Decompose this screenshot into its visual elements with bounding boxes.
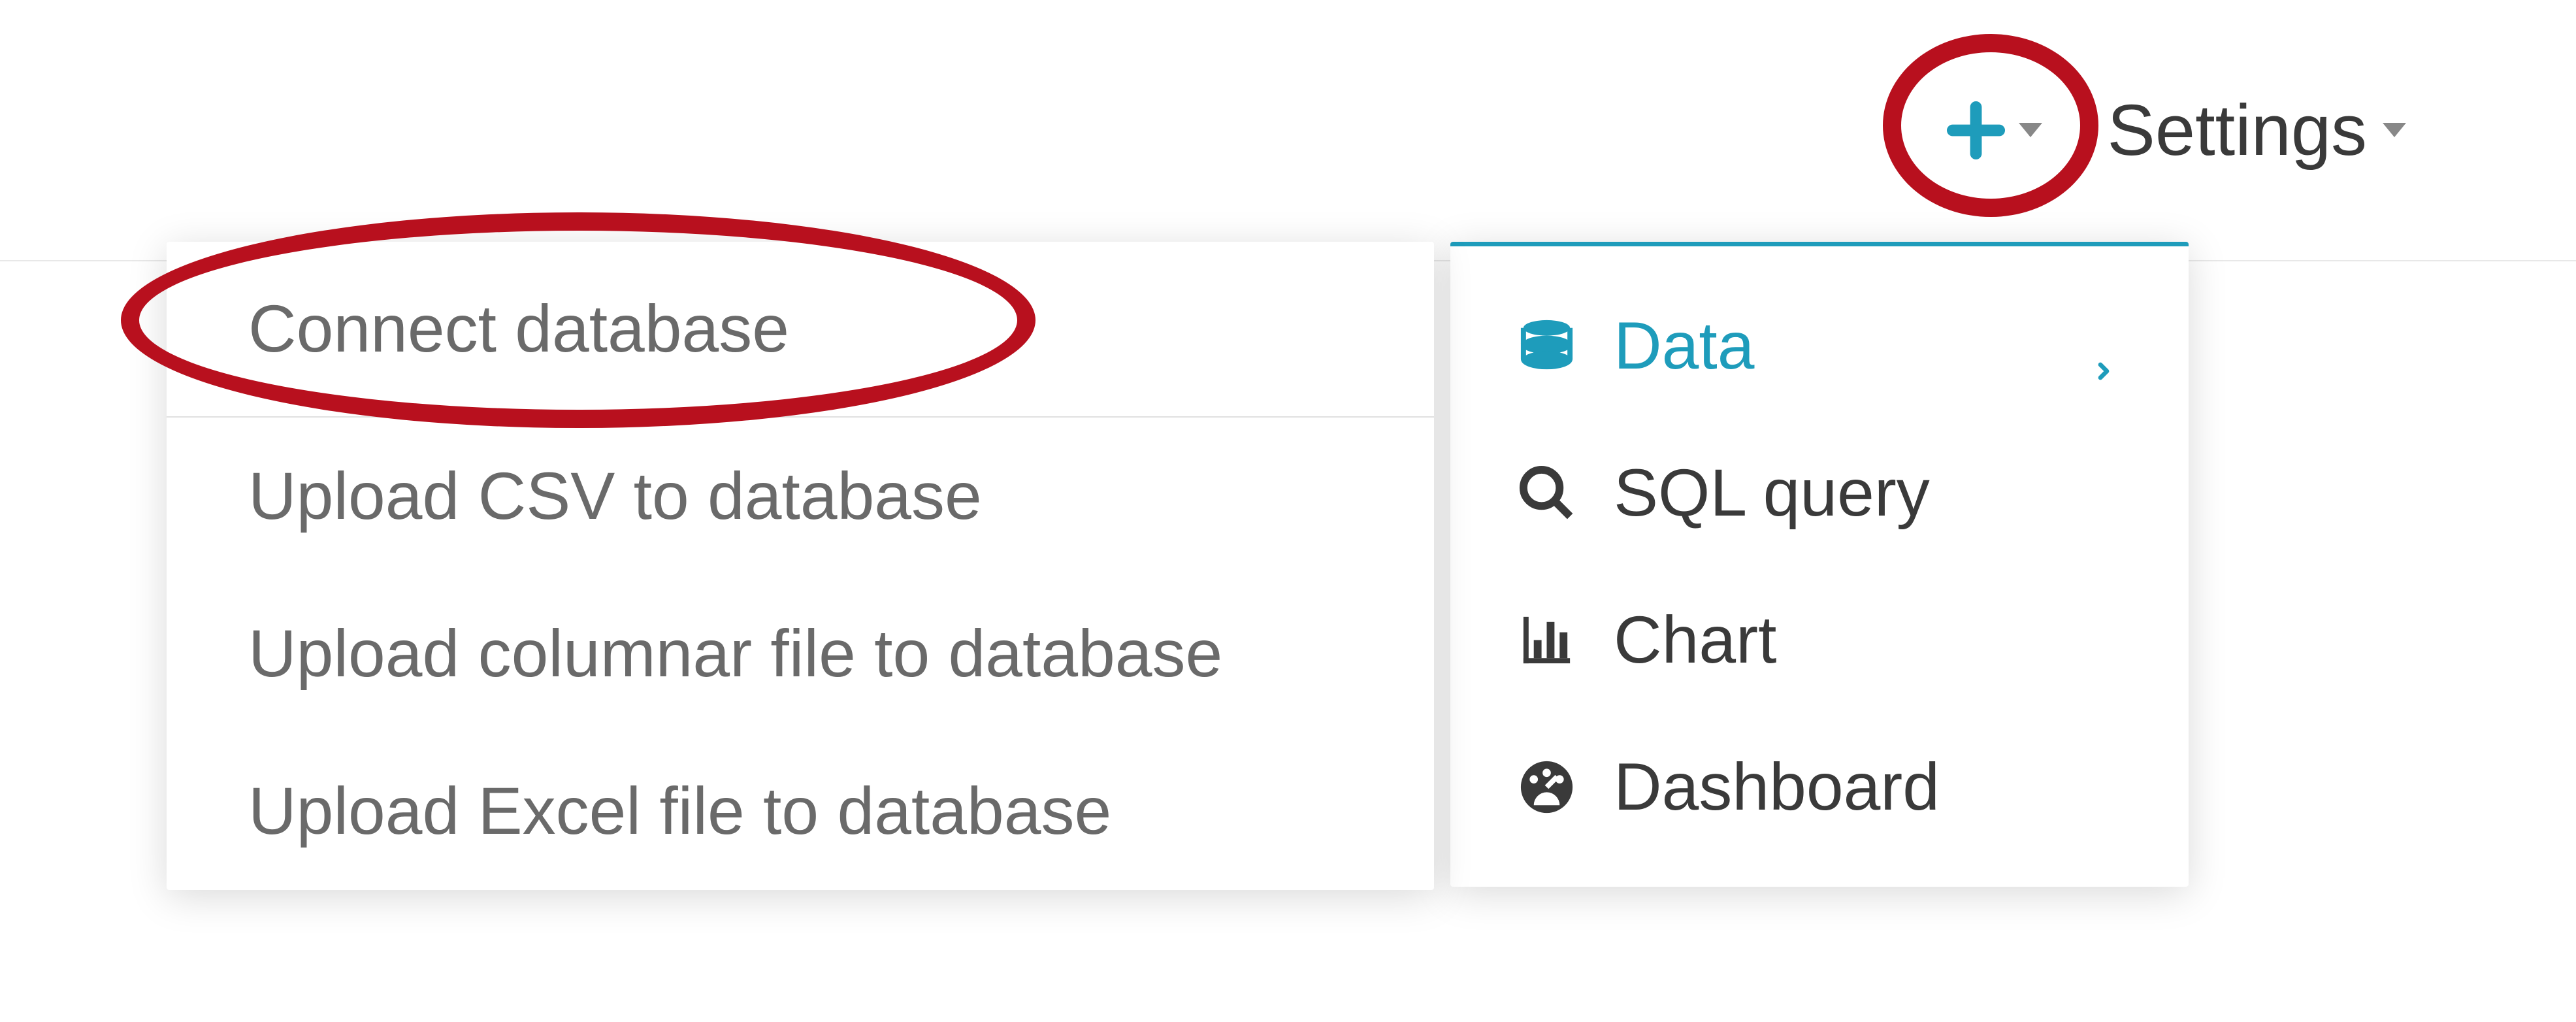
header-bar: Settings <box>0 0 2576 261</box>
menu-item-label: Dashboard <box>1614 749 1940 825</box>
add-new-button[interactable] <box>1945 99 2042 161</box>
database-icon <box>1516 315 1578 377</box>
submenu-item-connect-database[interactable]: Connect database <box>167 242 1434 418</box>
dashboard-icon <box>1516 756 1578 818</box>
menu-item-label: SQL query <box>1614 455 1930 531</box>
submenu-item-upload-csv[interactable]: Upload CSV to database <box>167 418 1434 575</box>
caret-down-icon <box>2383 123 2406 137</box>
submenu-item-label: Upload CSV to database <box>248 459 982 533</box>
submenu-item-upload-columnar[interactable]: Upload columnar file to database <box>167 575 1434 733</box>
settings-button[interactable]: Settings <box>2108 89 2406 172</box>
submenu-item-upload-excel[interactable]: Upload Excel file to database <box>167 733 1434 890</box>
menu-item-label: Data <box>1614 308 1754 384</box>
settings-label: Settings <box>2108 89 2367 172</box>
menu-item-data[interactable]: Data <box>1450 272 2189 420</box>
menu-item-sql-query[interactable]: SQL query <box>1450 420 2189 567</box>
menu-item-dashboard[interactable]: Dashboard <box>1450 714 2189 861</box>
submenu-item-label: Upload columnar file to database <box>248 616 1222 691</box>
data-submenu: Connect database Upload CSV to database … <box>167 242 1434 890</box>
submenu-item-label: Connect database <box>248 291 789 366</box>
menu-item-chart[interactable]: Chart <box>1450 567 2189 714</box>
plus-icon <box>1945 99 2007 161</box>
add-new-dropdown: Data SQL query Chart <box>1450 242 2189 887</box>
submenu-item-label: Upload Excel file to database <box>248 774 1111 848</box>
bar-chart-icon <box>1516 609 1578 671</box>
caret-down-icon <box>2019 123 2042 137</box>
menu-item-label: Chart <box>1614 602 1776 678</box>
search-icon <box>1516 462 1578 524</box>
chevron-right-icon <box>2091 323 2117 369</box>
